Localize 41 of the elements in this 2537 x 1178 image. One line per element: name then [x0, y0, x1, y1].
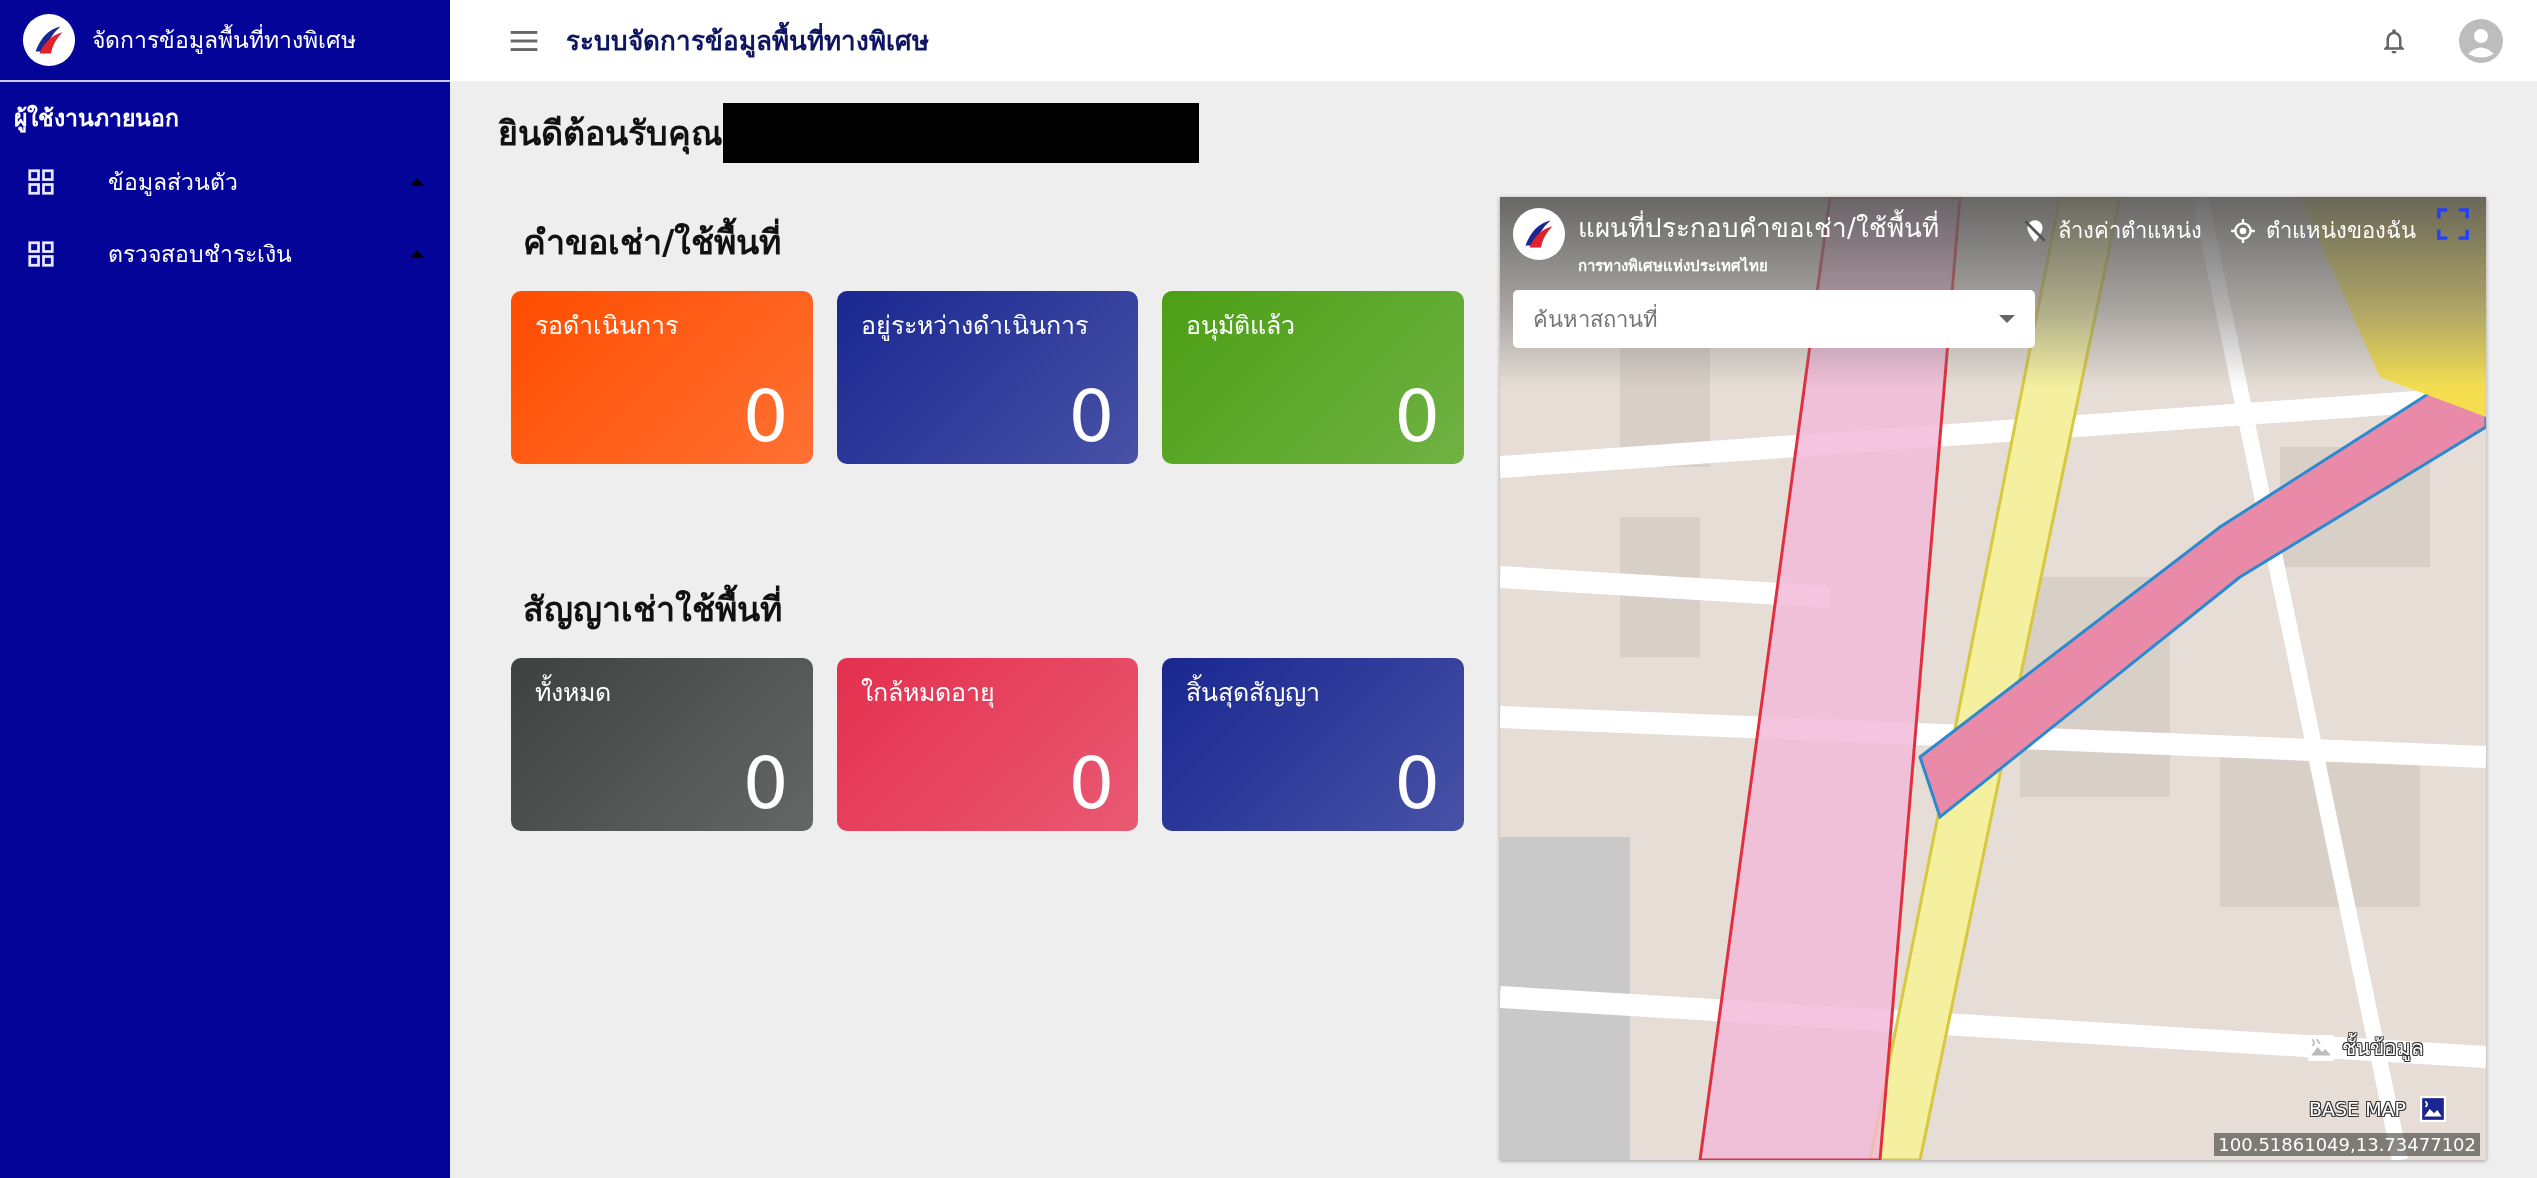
my-location-button[interactable]: ตำแหน่งของฉัน: [2222, 207, 2424, 254]
sidebar-item[interactable]: ข้อมูลส่วนตัว: [0, 146, 450, 218]
logo-icon: [22, 13, 76, 67]
clear-location-button[interactable]: ล้างค่าตำแหน่ง: [2014, 207, 2210, 254]
card-count: 0: [742, 380, 789, 452]
card-count: 0: [742, 747, 789, 819]
card-label: ทั้งหมด: [535, 672, 611, 712]
card-count: 0: [1068, 747, 1115, 819]
card-label: ใกล้หมดอายุ: [860, 677, 995, 710]
card-label: สิ้นสุดสัญญา: [1186, 672, 1321, 712]
status-card[interactable]: ทั้งหมด 0: [511, 658, 813, 831]
status-card[interactable]: อยู่ระหว่างดำเนินการ 0: [836, 291, 1139, 464]
card-count: 0: [1068, 380, 1115, 452]
grid-icon: [26, 239, 56, 269]
status-card[interactable]: สิ้นสุดสัญญา 0: [1162, 658, 1464, 831]
section-heading: คำขอเช่า/ใช้พื้นที่: [511, 197, 1464, 291]
status-card[interactable]: ใกล้หมดอายุ 0: [836, 658, 1139, 831]
map-title: แผนที่ประกอบคำขอเช่า/ใช้พื้นที่: [1578, 207, 1939, 248]
sidebar-section-label: ผู้ใช้งานภายนอก: [13, 103, 180, 135]
section-heading: สัญญาเช่าใช้พื้นที่: [511, 564, 1464, 658]
basemap-label: BASE MAP: [2309, 1098, 2406, 1120]
pin-off-icon: [2022, 217, 2048, 244]
card-count: 0: [1394, 380, 1440, 452]
crosshair-icon: [2230, 217, 2256, 244]
card-label: รอดำเนินการ: [535, 310, 678, 342]
logo-icon: [1512, 207, 1566, 261]
layers-button[interactable]: ชั้นข้อมูล: [2302, 1030, 2430, 1065]
card-label: อนุมัติแล้ว: [1186, 310, 1296, 343]
page-title: ระบบจัดการข้อมูลพื้นที่ทางพิเศษ: [566, 20, 929, 61]
coordinates-text: 100.51861049,13.73477102: [2214, 1133, 2480, 1156]
place-search-field[interactable]: ค้นหาสถานที่: [1513, 290, 2035, 348]
menu-icon[interactable]: [510, 30, 538, 51]
grid-icon: [26, 167, 56, 197]
app-title: จัดการข้อมูลพื้นที่ทางพิเศษ: [92, 22, 356, 58]
basemap-icon[interactable]: [2420, 1096, 2446, 1122]
map-subtitle: การทางพิเศษแห่งประเทศไทย: [1578, 255, 1769, 277]
card-label: อยู่ระหว่างดำเนินการ: [860, 310, 1088, 343]
card-count: 0: [1394, 747, 1440, 819]
dropdown-arrow-icon: [1999, 315, 2015, 323]
welcome-heading: ยินดีต้อนรับคุณ: [498, 112, 723, 157]
sidebar-item[interactable]: ตรวจสอบชำระเงิน: [0, 218, 450, 290]
